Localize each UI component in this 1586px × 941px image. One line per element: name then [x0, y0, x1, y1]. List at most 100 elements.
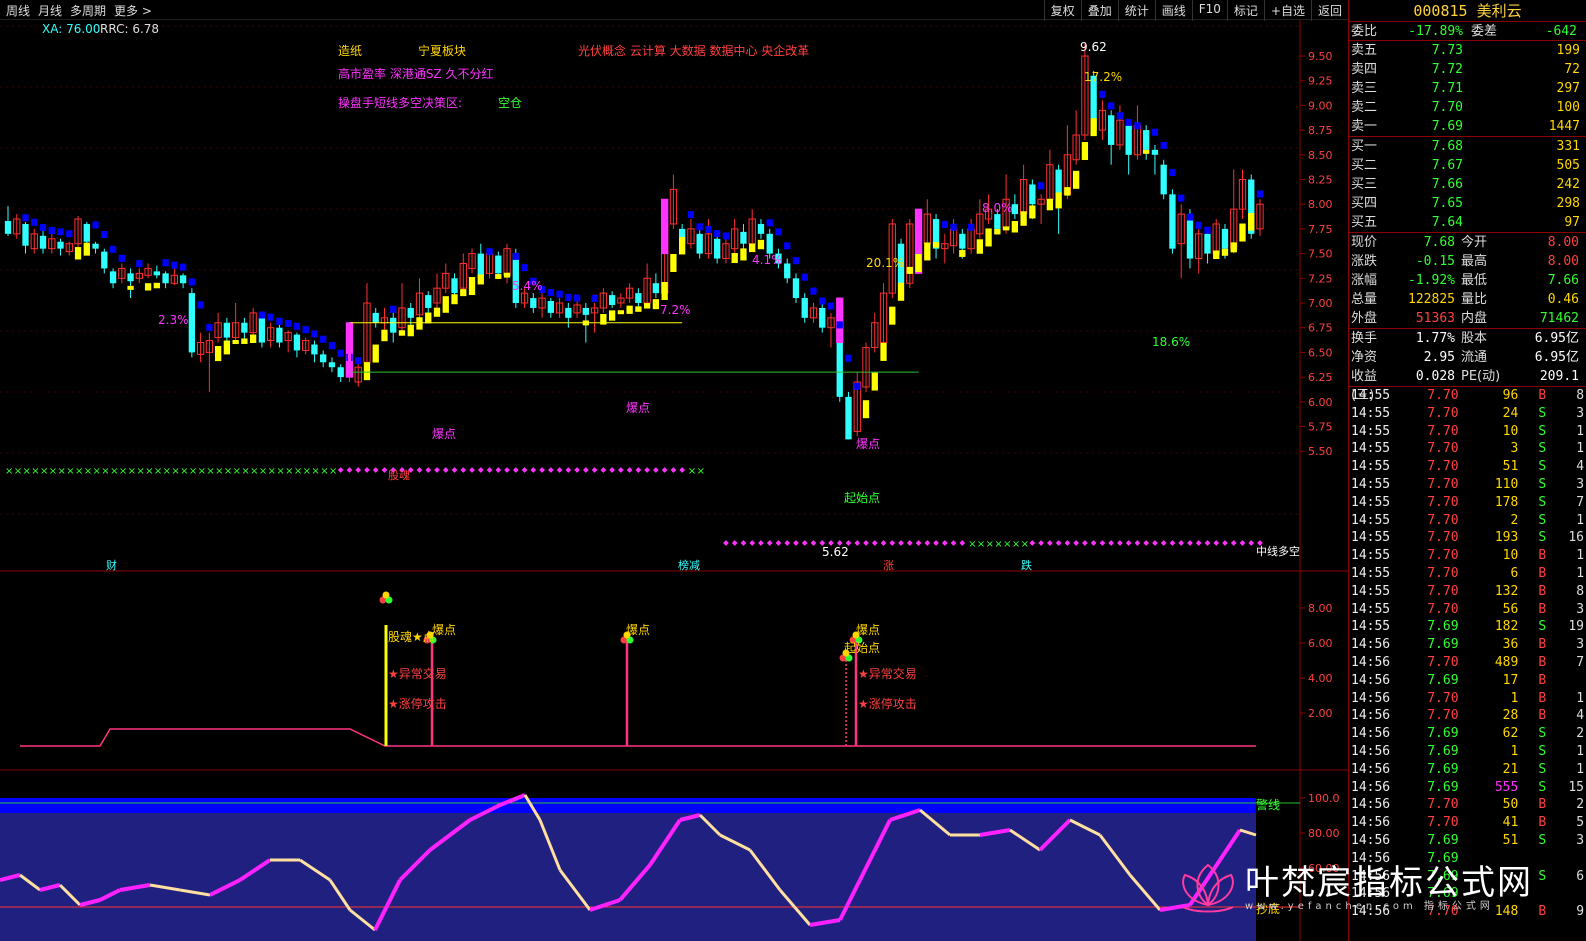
osc-tick-label: 60.00	[1308, 862, 1340, 875]
tab-multi-period[interactable]: 多周期	[66, 2, 110, 19]
chart-area[interactable]: 9.50 9.25 9.00 8.75 8.50 8.25 8.00 7.75 7.50 7.25…	[0, 20, 1348, 941]
event-label: 跌	[1021, 559, 1032, 572]
tick-row[interactable]: 14:56 7.70 28 B 4	[1349, 707, 1586, 725]
f10-button[interactable]: F10	[1191, 0, 1227, 21]
mark-button[interactable]: 标记	[1226, 0, 1264, 21]
tick-row[interactable]: 14:56 7.69 62 S 2	[1349, 725, 1586, 743]
trend-ribbon	[626, 305, 633, 314]
mid-label: 股魂★点	[388, 630, 435, 644]
tick-row[interactable]: 14:55 7.70 96 B 8	[1349, 387, 1586, 405]
candle-body	[714, 238, 721, 259]
tick-row[interactable]: 14:55 7.70 24 S 3	[1349, 405, 1586, 423]
candle-body	[1029, 184, 1036, 205]
tick-row[interactable]: 14:55 7.70 110 S 3	[1349, 476, 1586, 494]
signal-diamond	[372, 467, 379, 473]
tab-weekly[interactable]: 周线	[2, 2, 34, 19]
tick-row[interactable]: 14:56 7.70 148 B 9	[1349, 903, 1586, 921]
candle-body	[109, 271, 117, 284]
tick-row[interactable]: 14:55 7.70 132 B 8	[1349, 583, 1586, 601]
tick-volume: 50	[1502, 797, 1519, 813]
signal-x: ×	[329, 466, 337, 477]
tick-row[interactable]: 14:56 7.69	[1349, 850, 1586, 868]
osc-tick-label: 80.00	[1308, 827, 1340, 840]
tick-price: 7.70	[1427, 583, 1459, 599]
signal-x: ×	[23, 466, 31, 477]
restore-rights-button[interactable]: 复权	[1043, 0, 1081, 21]
tab-more[interactable]: 更多 >	[110, 2, 156, 19]
trend-ribbon	[460, 289, 467, 297]
tick-row[interactable]: 14:56 7.69 S 6	[1349, 868, 1586, 886]
tick-row[interactable]: 14:56 7.69 21 S 1	[1349, 761, 1586, 779]
tick-row[interactable]: 14:56 7.69 1 S 1	[1349, 743, 1586, 761]
price-tick-label: 6.75	[1308, 322, 1333, 335]
tick-row[interactable]: 14:55 7.70 6 B 1	[1349, 565, 1586, 583]
candlestick-chart[interactable]: 9.50 9.25 9.00 8.75 8.50 8.25 8.00 7.75 7.50 7.25…	[0, 20, 1348, 941]
bid-row: 买五 7.64 97	[1349, 213, 1586, 232]
candle-body	[740, 231, 747, 244]
stat-value: 51363	[1415, 311, 1455, 326]
tick-count: 15	[1568, 779, 1585, 795]
signal-diamond	[364, 467, 370, 473]
overlay-button[interactable]: 叠加	[1080, 0, 1118, 21]
add-favorite-button[interactable]: +自选	[1263, 0, 1311, 21]
signal-diamond	[425, 467, 432, 473]
tab-monthly[interactable]: 月线	[34, 2, 66, 19]
signal-diamond	[635, 467, 642, 473]
signal-x: ×	[968, 539, 976, 550]
back-button[interactable]: 返回	[1310, 0, 1348, 21]
tick-price: 7.70	[1427, 494, 1459, 510]
start-point-label: 起始点	[844, 491, 881, 505]
tick-row[interactable]: 14:56 7.70 1 B 1	[1349, 690, 1586, 708]
tick-price: 7.70	[1427, 904, 1459, 920]
tick-row[interactable]: 14:55 7.70 3 S 1	[1349, 440, 1586, 458]
trend-ribbon	[337, 349, 344, 357]
tick-row[interactable]: 14:56 7.69	[1349, 885, 1586, 903]
tag-concepts: 光伏概念 云计算 大数据 数据中心 央企改革	[578, 44, 810, 58]
stat-row: 外盘 51363 内盘 71462	[1349, 309, 1586, 328]
tick-volume	[1459, 868, 1519, 886]
signal-diamond	[793, 540, 799, 546]
tick-row[interactable]: 14:55 7.70 51 S 4	[1349, 458, 1586, 476]
tick-row[interactable]: 14:56 7.70 41 B 5	[1349, 814, 1586, 832]
signal-x: ×	[163, 466, 171, 477]
tick-side: S	[1538, 441, 1547, 457]
stat-value: 0.46	[1547, 292, 1579, 307]
trend-ribbon	[1134, 122, 1141, 130]
tick-row[interactable]: 14:56 7.69 51 S 3	[1349, 832, 1586, 850]
tick-row[interactable]: 14:55 7.70 56 B 3	[1349, 601, 1586, 619]
candle-body	[757, 223, 765, 234]
trend-ribbon	[249, 334, 257, 343]
high-price-label: 9.62	[1080, 40, 1107, 54]
tick-row[interactable]: 14:55 7.70 2 S 1	[1349, 512, 1586, 530]
pct-label: 2.3%	[158, 313, 189, 327]
tick-list[interactable]: 14:55 7.70 96 B 8 14:55 7.70 24 S 3 14:55 7.70 10 S 1 1…	[1349, 387, 1586, 921]
ask-volume: 1447	[1548, 119, 1580, 134]
tick-row[interactable]: 14:55 7.70 10 S 1	[1349, 423, 1586, 441]
draw-line-button[interactable]: 画线	[1154, 0, 1192, 21]
signal-x: ×	[994, 539, 1002, 550]
tick-row[interactable]: 14:55 7.69 182 S 19	[1349, 618, 1586, 636]
tick-count: 1	[1576, 690, 1585, 706]
signal-diamond	[1204, 540, 1211, 546]
tick-time: 14:55	[1351, 530, 1391, 546]
statistics-button[interactable]: 统计	[1117, 0, 1155, 21]
tick-time: 14:56	[1351, 832, 1391, 848]
tick-row[interactable]: 14:55 7.70 10 B 1	[1349, 547, 1586, 565]
tick-row[interactable]: 14:56 7.69 17 B	[1349, 672, 1586, 690]
tick-row[interactable]: 14:56 7.69 36 B 3	[1349, 636, 1586, 654]
tick-time: 14:56	[1351, 850, 1391, 866]
signal-diamond	[486, 467, 493, 473]
tick-row[interactable]: 14:56 7.69 555 S 15	[1349, 779, 1586, 797]
signal-diamond	[784, 540, 791, 546]
signal-diamond	[854, 540, 861, 546]
price-tick-label: 6.25	[1308, 371, 1333, 384]
tick-count: 2	[1576, 726, 1585, 742]
tool-buttons: 复权 叠加 统计 画线 F10 标记 +自选 返回	[1043, 0, 1348, 21]
tick-time: 14:56	[1351, 654, 1391, 670]
tick-row[interactable]: 14:56 7.70 489 B 7	[1349, 654, 1586, 672]
tick-row[interactable]: 14:55 7.70 193 S 16	[1349, 529, 1586, 547]
tick-row[interactable]: 14:56 7.70 50 B 2	[1349, 796, 1586, 814]
tick-row[interactable]: 14:55 7.70 178 S 7	[1349, 494, 1586, 512]
stat-label: 换手	[1351, 331, 1378, 346]
signal-diamond	[1038, 540, 1044, 546]
